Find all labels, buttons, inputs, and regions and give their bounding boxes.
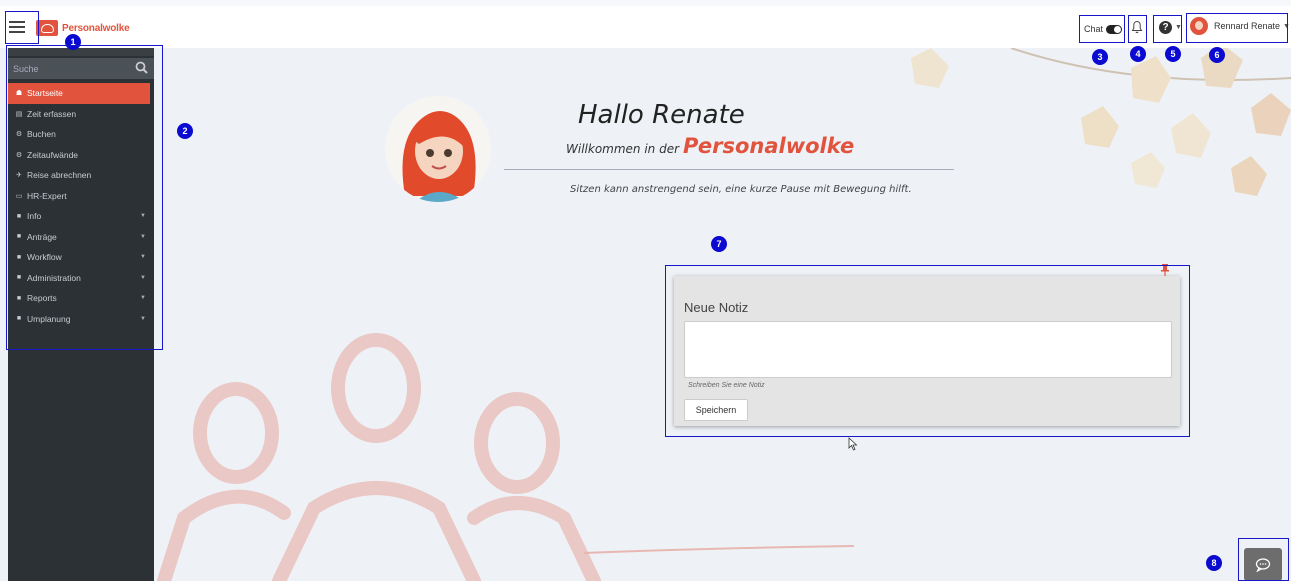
cloud-logo-icon: [36, 20, 58, 36]
callout-box-sidebar: [6, 45, 163, 350]
logo-text: Personalwolke: [62, 22, 130, 34]
top-strip: [0, 0, 1291, 6]
callout-box-help: [1153, 15, 1182, 43]
callout-badge-8: 8: [1206, 555, 1222, 571]
callout-box-hamburger: [5, 11, 39, 44]
callout-badge-2: 2: [177, 123, 193, 139]
callout-badge-6: 6: [1209, 47, 1225, 63]
greeting-avatar: [385, 96, 491, 202]
tip-text: Sitzen kann anstrengend sein, eine kurze…: [570, 184, 912, 195]
callout-box-bell: [1128, 15, 1147, 43]
callout-box-note: [665, 265, 1190, 437]
greeting-divider: [504, 169, 954, 170]
callout-badge-5: 5: [1165, 46, 1181, 62]
avatar-illustration: [402, 111, 476, 202]
greeting-heading: Hallo Renate: [578, 100, 745, 130]
cursor-icon: [848, 437, 858, 451]
brand-name: Personalwolke: [683, 134, 855, 158]
callout-box-chat: [1079, 15, 1125, 43]
callout-badge-3: 3: [1092, 49, 1108, 65]
autumn-leaves-illustration: [911, 48, 1291, 196]
callout-badge-4: 4: [1130, 46, 1146, 62]
callout-box-chat-fab: [1238, 538, 1289, 581]
welcome-prefix: Willkommen in der: [566, 142, 680, 156]
callout-badge-7: 7: [711, 236, 727, 252]
welcome-line: Willkommen in der Personalwolke: [566, 134, 854, 158]
callout-box-user: [1186, 13, 1288, 43]
app-logo[interactable]: Personalwolke: [36, 20, 130, 36]
